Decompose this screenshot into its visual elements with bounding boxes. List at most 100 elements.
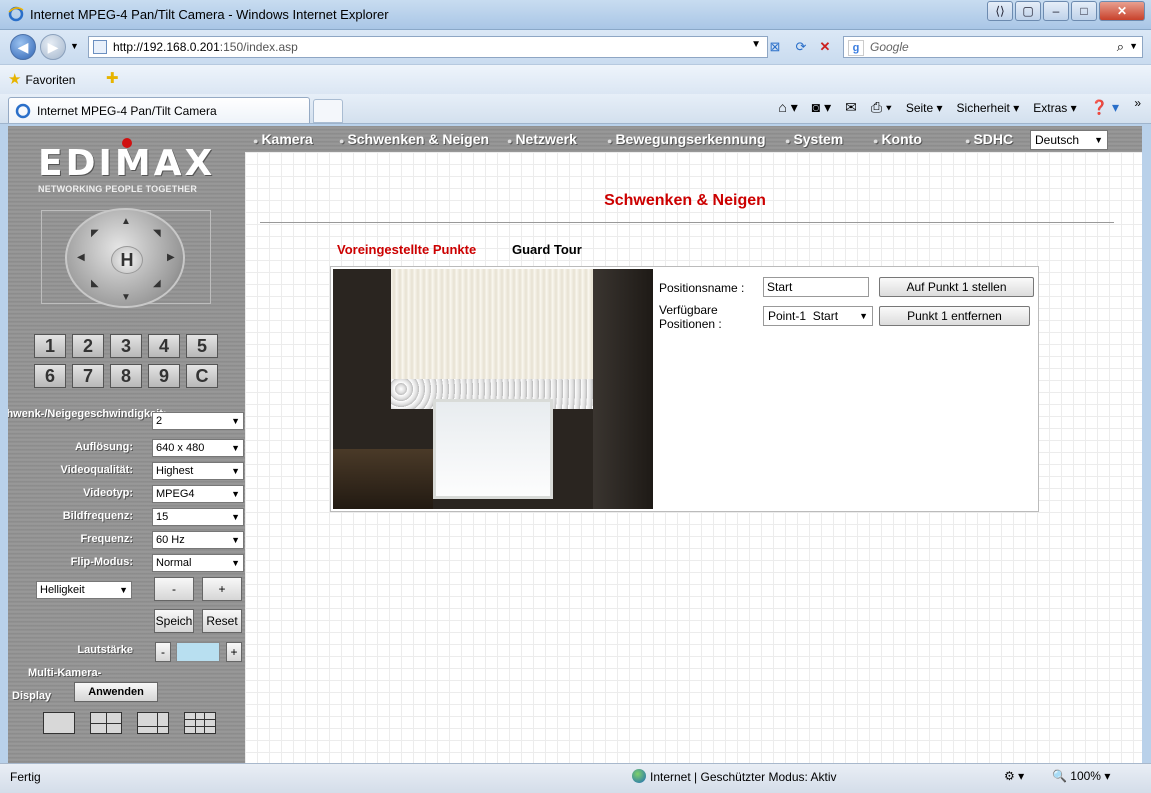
volume-minus-button[interactable]: - xyxy=(155,642,171,662)
goto-preset-button[interactable]: Auf Punkt 1 stellen xyxy=(879,277,1034,297)
minimize-button[interactable]: – xyxy=(1043,1,1069,21)
search-dropdown-icon[interactable]: ▼ xyxy=(1129,41,1138,51)
preset-button-8[interactable]: 8 xyxy=(110,364,142,388)
ptz-home-button[interactable]: H xyxy=(111,246,143,274)
web-page: EDIMAX NETWORKING PEOPLE TOGETHER ▲ ▼ ◀ … xyxy=(8,126,1142,763)
print-icon[interactable]: ⎙ ▾ xyxy=(871,99,892,116)
resolution-select[interactable]: 640 x 480 ▼ xyxy=(152,439,244,457)
pan-left-icon[interactable]: ◀ xyxy=(77,252,85,263)
page-menu[interactable]: Seite ▾ xyxy=(906,101,943,115)
security-menu[interactable]: Sicherheit ▾ xyxy=(957,101,1020,115)
tab-guard-tour[interactable]: Guard Tour xyxy=(512,242,582,257)
apply-button[interactable]: Anwenden xyxy=(74,682,158,702)
reset-button[interactable]: Reset xyxy=(202,609,242,633)
frequency-select[interactable]: 60 Hz ▼ xyxy=(152,531,244,549)
preset-button-7[interactable]: 7 xyxy=(72,364,104,388)
address-dropdown-icon[interactable]: ▼ xyxy=(751,39,761,50)
search-icon[interactable]: ⌕ xyxy=(1117,39,1124,55)
address-bar[interactable]: http://192.168.0.201:150/index.asp ▼ xyxy=(88,36,768,58)
pan-down-right-icon[interactable]: ◢ xyxy=(153,278,161,289)
menu-konto[interactable]: ● Konto xyxy=(873,131,922,147)
google-icon: g xyxy=(848,40,864,56)
protected-mode-icon[interactable]: ⚙ ▾ xyxy=(1004,769,1024,783)
position-name-label: Positionsname : xyxy=(659,281,745,295)
ptz-control-pad[interactable]: ▲ ▼ ◀ ▶ ◤ ◥ ◣ ◢ H xyxy=(65,208,185,308)
restore-window-icon[interactable]: ▢ xyxy=(1015,1,1041,21)
quality-select[interactable]: Highest ▼ xyxy=(152,462,244,480)
framerate-select[interactable]: 15 ▼ xyxy=(152,508,244,526)
tab-bar: Internet MPEG-4 Pan/Tilt Camera ⌂ ▾ ◙ ▾ … xyxy=(0,94,1151,124)
new-tab-button[interactable] xyxy=(313,99,343,123)
search-placeholder: Google xyxy=(870,40,909,54)
history-dropdown-icon[interactable]: ▼ xyxy=(70,41,79,51)
layout-six-icon[interactable] xyxy=(137,712,169,734)
maximize-button[interactable]: □ xyxy=(1071,1,1097,21)
adjust-minus-button[interactable]: - xyxy=(154,577,194,601)
title-divider xyxy=(260,222,1114,223)
layout-quad-icon[interactable] xyxy=(90,712,122,734)
preset-button-3[interactable]: 3 xyxy=(110,334,142,358)
close-window-button[interactable]: ✕ xyxy=(1099,1,1145,21)
pan-down-left-icon[interactable]: ◣ xyxy=(91,278,99,289)
ie-tab-icon xyxy=(15,103,31,119)
star-icon: ★ xyxy=(8,71,22,88)
pan-right-icon[interactable]: ▶ xyxy=(167,252,175,263)
adjust-plus-button[interactable]: + xyxy=(202,577,242,601)
tilt-down-icon[interactable]: ▼ xyxy=(121,292,131,303)
preset-button-9[interactable]: 9 xyxy=(148,364,180,388)
zoom-level[interactable]: 🔍 100% ▾ xyxy=(1052,769,1110,783)
position-name-input[interactable]: Start xyxy=(763,277,869,297)
search-box[interactable]: g Google ⌕ ▼ xyxy=(843,36,1143,58)
content-area: Schwenken & Neigen Voreingestellte Punkt… xyxy=(245,152,1142,763)
address-url: http://192.168.0.201:150/index.asp xyxy=(113,40,298,54)
speed-select[interactable]: 2 ▼ xyxy=(152,412,244,430)
preset-button-4[interactable]: 4 xyxy=(148,334,180,358)
rss-icon[interactable]: ◙ ▾ xyxy=(812,99,831,116)
menu-bewegungserkennung[interactable]: ● Bewegungserkennung xyxy=(607,131,766,147)
adjust-mode-select[interactable]: Helligkeit ▼ xyxy=(36,581,132,599)
preset-button-1[interactable]: 1 xyxy=(34,334,66,358)
nav-back-forward-icon[interactable]: ⟨⟩ xyxy=(987,1,1013,21)
help-icon[interactable]: ❓ ▾ xyxy=(1091,99,1119,116)
pan-up-left-icon[interactable]: ◤ xyxy=(91,228,99,239)
status-bar: Fertig Internet | Geschützter Modus: Akt… xyxy=(0,763,1151,793)
compat-view-icon[interactable]: ⊠ xyxy=(766,38,784,56)
preset-button-5[interactable]: 5 xyxy=(186,334,218,358)
extras-menu[interactable]: Extras ▾ xyxy=(1033,101,1076,115)
videotype-select[interactable]: MPEG4 ▼ xyxy=(152,485,244,503)
language-select[interactable]: Deutsch ▼ xyxy=(1030,130,1108,150)
layout-nine-icon[interactable] xyxy=(184,712,216,734)
save-button[interactable]: Speich xyxy=(154,609,194,633)
preset-clear-button[interactable]: C xyxy=(186,364,218,388)
favorites-button[interactable]: ★ Favoriten xyxy=(8,70,75,90)
edimax-logo: EDIMAX NETWORKING PEOPLE TOGETHER xyxy=(38,138,218,194)
preset-button-2[interactable]: 2 xyxy=(72,334,104,358)
remove-preset-button[interactable]: Punkt 1 entfernen xyxy=(879,306,1030,326)
layout-single-icon[interactable] xyxy=(43,712,75,734)
forward-button[interactable]: ▶ xyxy=(40,34,66,60)
menu-sdhc[interactable]: ● SDHC xyxy=(965,131,1013,147)
stop-icon[interactable]: ✕ xyxy=(816,38,834,56)
resolution-label: Auflösung: xyxy=(74,441,133,453)
available-positions-select[interactable]: Point-1 Start ▼ xyxy=(763,306,873,326)
browser-tab[interactable]: Internet MPEG-4 Pan/Tilt Camera xyxy=(8,97,310,123)
tab-preset-points[interactable]: Voreingestellte Punkte xyxy=(337,242,476,257)
mail-icon[interactable]: ✉ xyxy=(845,99,857,116)
volume-plus-button[interactable]: + xyxy=(226,642,242,662)
toolbar-overflow-icon[interactable]: » xyxy=(1134,96,1141,110)
menu-netzwerk[interactable]: ● Netzwerk xyxy=(507,131,577,147)
home-icon[interactable]: ⌂ ▾ xyxy=(778,99,797,116)
refresh-icon[interactable]: ⟳ xyxy=(792,38,810,56)
security-zone[interactable]: Internet | Geschützter Modus: Aktiv xyxy=(632,769,837,784)
tilt-up-icon[interactable]: ▲ xyxy=(121,216,131,227)
flip-select[interactable]: Normal ▼ xyxy=(152,554,244,572)
menu-system[interactable]: ● System xyxy=(785,131,843,147)
menu-schwenken-neigen[interactable]: ● Schwenken & Neigen xyxy=(339,131,489,147)
framerate-label: Bildfrequenz: xyxy=(62,510,133,522)
back-button[interactable]: ◀ xyxy=(10,34,36,60)
multicam-label-line2: Display xyxy=(12,690,52,702)
add-favorite-icon[interactable]: ✚ xyxy=(106,69,119,87)
preset-button-6[interactable]: 6 xyxy=(34,364,66,388)
menu-kamera[interactable]: ● Kamera xyxy=(253,131,313,147)
pan-up-right-icon[interactable]: ◥ xyxy=(153,228,161,239)
